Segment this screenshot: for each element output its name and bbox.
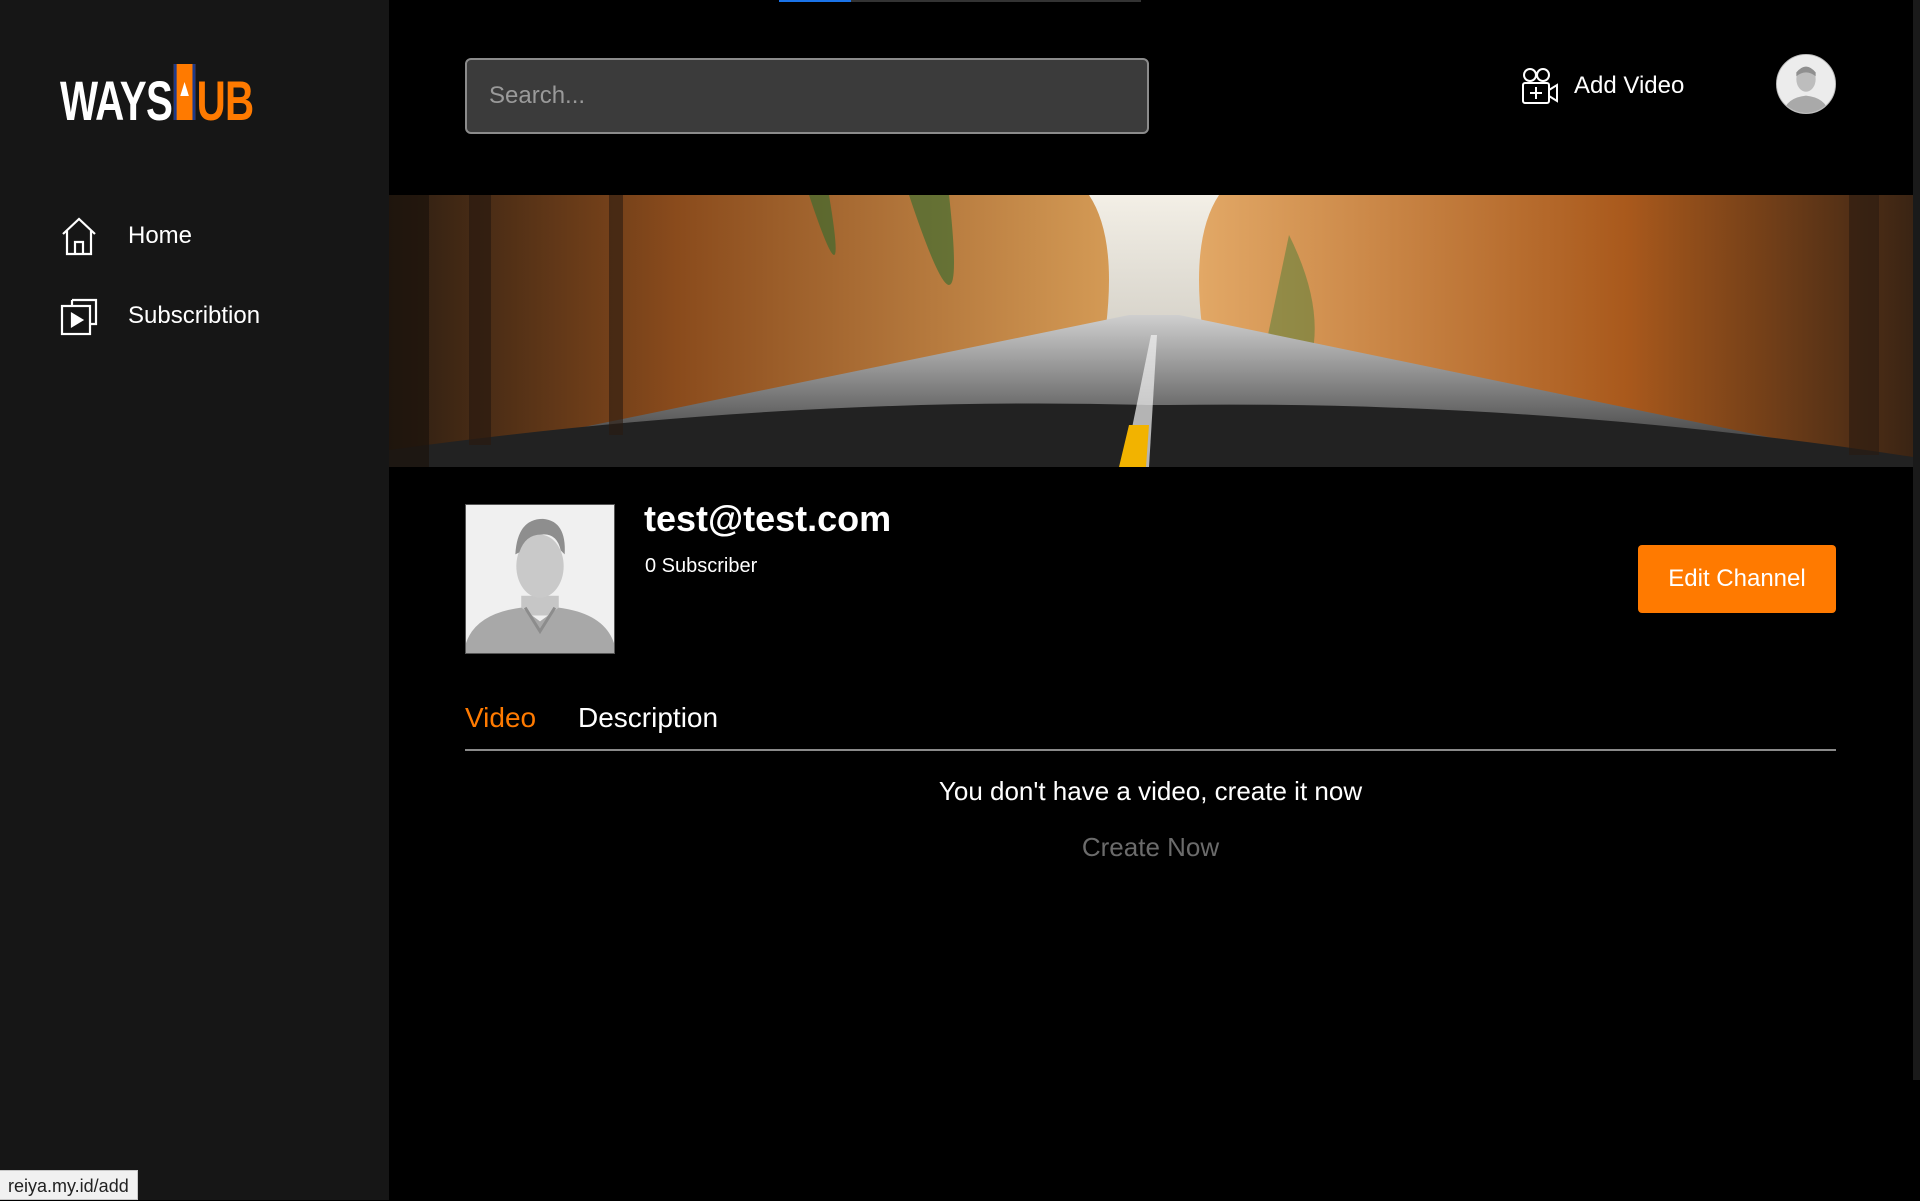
status-bar-url: reiya.my.id/add: [0, 1170, 138, 1200]
avatar-silhouette: [466, 505, 614, 653]
avatar-silhouette: [1777, 55, 1835, 113]
sidebar-item-label: Home: [128, 222, 193, 249]
film-play-icon: [173, 64, 196, 120]
top-progress-active: [779, 0, 851, 2]
channel-banner: [389, 195, 1913, 467]
subscriber-count: 0 Subscriber: [645, 555, 758, 577]
home-icon: [62, 217, 96, 256]
scrollbar[interactable]: [1913, 0, 1920, 1080]
top-progress-bar: [779, 0, 1141, 2]
logo-part-ub: UB: [196, 69, 255, 132]
add-video-button[interactable]: Add Video: [1520, 66, 1684, 106]
add-video-label: Add Video: [1574, 72, 1685, 99]
logo-text: WAYS UB: [60, 64, 255, 132]
create-now-link[interactable]: Create Now: [465, 832, 1836, 863]
subscription-icon: [60, 298, 98, 336]
empty-state-message: You don't have a video, create it now: [938, 776, 1363, 806]
search-input[interactable]: [465, 58, 1149, 134]
channel-name: test@test.com: [644, 498, 892, 539]
sidebar-item-subscription[interactable]: Subscribtion: [60, 296, 260, 336]
user-avatar-icon[interactable]: [1776, 54, 1836, 114]
logo[interactable]: WAYS UB: [60, 64, 329, 130]
camera-plus-icon: [1522, 68, 1558, 104]
banner-image: [389, 195, 1913, 467]
sidebar-item-home[interactable]: Home: [60, 216, 192, 256]
channel-avatar: [465, 504, 615, 654]
edit-channel-button[interactable]: Edit Channel: [1638, 545, 1836, 613]
sidebar-item-label: Subscribtion: [128, 302, 261, 329]
tabs-divider: [465, 749, 1836, 751]
tab-video[interactable]: Video: [465, 702, 536, 734]
sidebar: WAYS UB Home Subscribtion: [0, 0, 389, 1200]
tab-description[interactable]: Description: [578, 702, 718, 734]
logo-part-ways: WAYS: [60, 69, 173, 132]
